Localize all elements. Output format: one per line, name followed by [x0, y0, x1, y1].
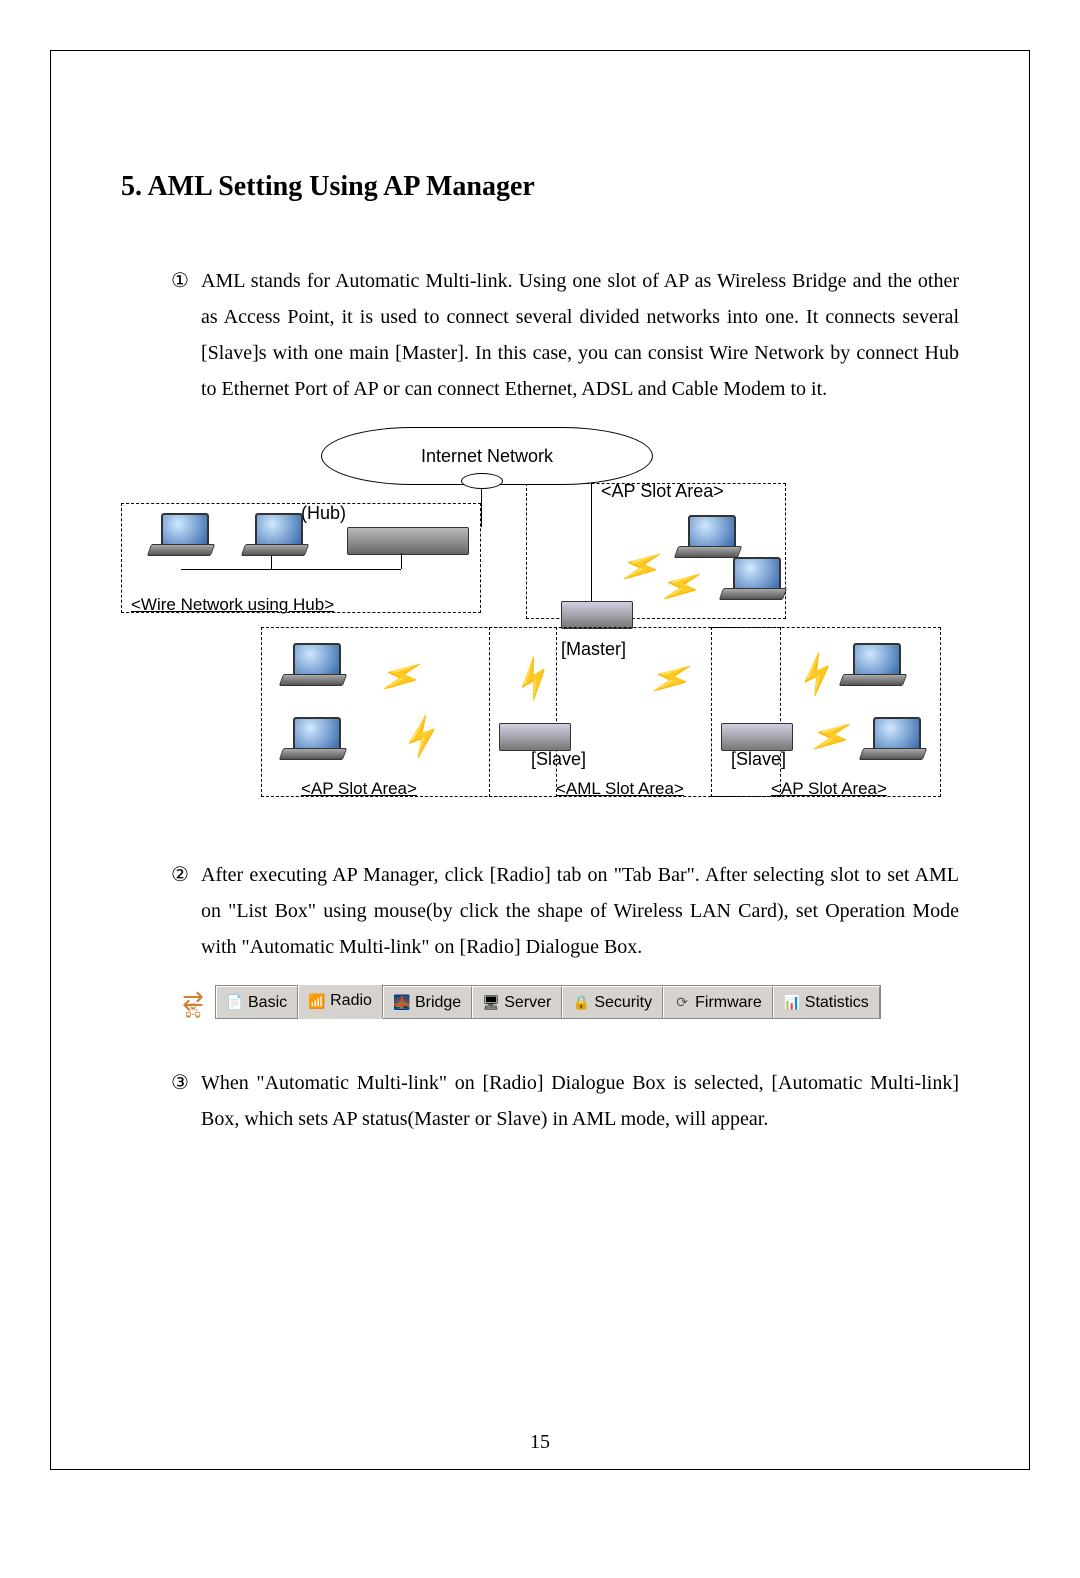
laptop-icon — [281, 717, 351, 767]
tab-firmware[interactable]: ⟳ Firmware — [663, 986, 773, 1018]
laptop-icon — [841, 643, 911, 693]
list-marker-2: ② — [171, 857, 201, 893]
cloud-drop-icon — [461, 473, 503, 489]
list-marker-3: ③ — [171, 1065, 201, 1101]
line — [401, 553, 402, 569]
slave-ap-left-icon — [499, 723, 571, 751]
list-item-2: ② After executing AP Manager, click [Rad… — [171, 857, 959, 965]
tab-statistics[interactable]: 📊 Statistics — [773, 986, 880, 1018]
line — [181, 569, 401, 570]
laptop-icon — [149, 513, 219, 563]
slave-ap-right-icon — [721, 723, 793, 751]
tab-security-label: Security — [594, 994, 652, 1012]
wire-network-label: <Wire Network using Hub> — [131, 595, 334, 615]
tab-bridge-label: Bridge — [415, 994, 461, 1012]
tab-basic-label: Basic — [248, 994, 287, 1012]
tab-security[interactable]: 🔒 Security — [562, 986, 663, 1018]
tab-bridge[interactable]: 🌉 Bridge — [383, 986, 472, 1018]
line — [591, 483, 592, 601]
statistics-tab-icon: 📊 — [784, 995, 800, 1011]
laptop-icon — [861, 717, 931, 767]
master-ap-icon — [561, 601, 633, 629]
firmware-tab-icon: ⟳ — [674, 995, 690, 1011]
ap-device-list-icon: ⇄ 🖧 — [171, 985, 215, 1025]
list-text-2: After executing AP Manager, click [Radio… — [201, 857, 959, 965]
tab-bar: 📄 Basic 📶 Radio 🌉 Bridge 🖥 Server 🔒 — [215, 985, 881, 1019]
ap-slot-label-bl: <AP Slot Area> — [301, 779, 417, 799]
ap-slot-label-br: <AP Slot Area> — [771, 779, 887, 799]
slave-label-left: [Slave] — [531, 749, 586, 770]
internet-label: Internet Network — [421, 446, 553, 467]
network-diagram: Internet Network (Hub) <Wire Network usi… — [121, 427, 941, 817]
tab-server[interactable]: 🖥 Server — [472, 986, 562, 1018]
security-tab-icon: 🔒 — [573, 995, 589, 1011]
laptop-icon — [721, 557, 791, 607]
list-marker-1: ① — [171, 263, 201, 299]
server-tab-icon: 🖥 — [483, 995, 499, 1011]
tab-statistics-label: Statistics — [805, 994, 869, 1012]
list-item-3: ③ When "Automatic Multi-link" on [Radio]… — [171, 1065, 959, 1137]
tab-server-label: Server — [504, 994, 551, 1012]
tab-radio-label: Radio — [330, 992, 372, 1010]
list-text-3: When "Automatic Multi-link" on [Radio] D… — [201, 1065, 959, 1137]
laptop-icon — [281, 643, 351, 693]
list-text-1: AML stands for Automatic Multi-link. Usi… — [201, 263, 959, 407]
basic-tab-icon: 📄 — [227, 995, 243, 1011]
tab-basic[interactable]: 📄 Basic — [216, 986, 298, 1018]
bridge-tab-icon: 🌉 — [394, 995, 410, 1011]
ap-slot-label-top: <AP Slot Area> — [601, 481, 724, 502]
line — [481, 487, 482, 527]
list-item-1: ① AML stands for Automatic Multi-link. U… — [171, 263, 959, 407]
slave-label-right: [Slave] — [731, 749, 786, 770]
tab-bar-figure: ⇄ 🖧 📄 Basic 📶 Radio 🌉 Bridge 🖥 — [171, 985, 959, 1025]
page-number: 15 — [51, 1431, 1029, 1454]
tab-firmware-label: Firmware — [695, 994, 762, 1012]
heading-aml: 5. AML Setting Using AP Manager — [121, 171, 969, 203]
laptop-icon — [243, 513, 313, 563]
radio-tab-icon: 📶 — [309, 993, 325, 1009]
aml-slot-label: <AML Slot Area> — [556, 779, 684, 799]
tab-radio[interactable]: 📶 Radio — [298, 984, 383, 1019]
